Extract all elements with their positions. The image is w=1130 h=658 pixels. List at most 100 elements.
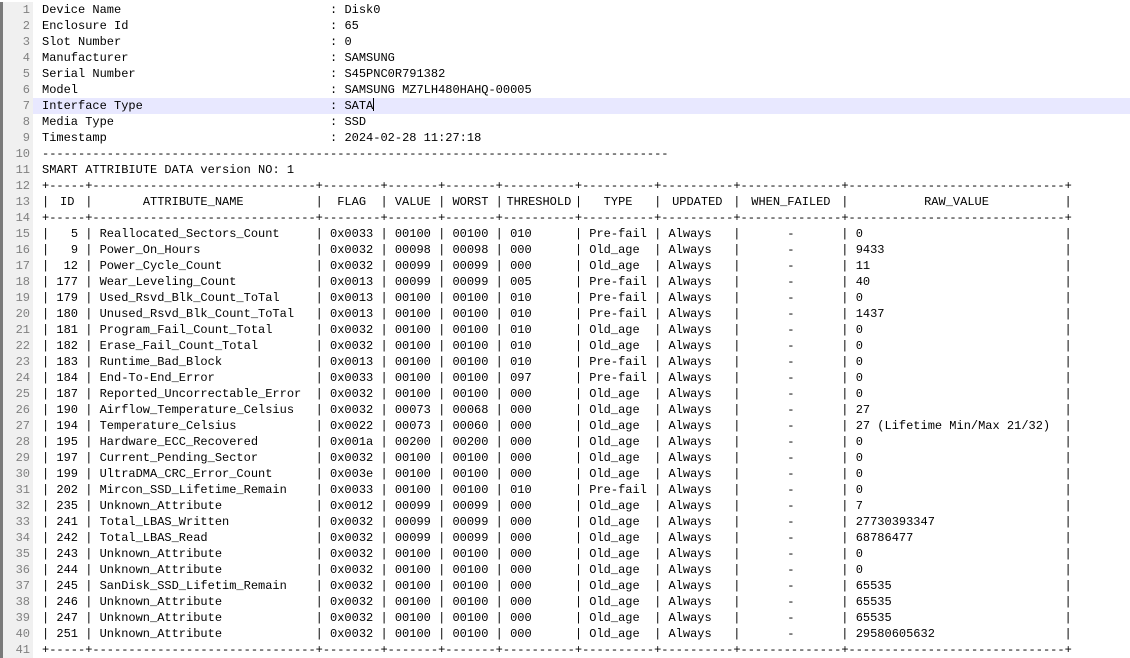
cell-flag: 0x0012 <box>323 498 381 514</box>
cell-updated: Always <box>661 274 733 290</box>
pipe: | <box>575 274 582 290</box>
pipe: | <box>380 354 387 370</box>
pipe: | <box>42 434 49 450</box>
pipe: | <box>85 402 92 418</box>
table-row[interactable]: 34|242|Total_LBAS_Read|0x0032|00099|0009… <box>0 530 1130 546</box>
line-content: |245|SanDisk_SSD_Lifetim_Remain|0x0032|0… <box>33 578 1130 594</box>
cell-value: 00100 <box>388 354 438 370</box>
colon-separator: : <box>330 2 344 18</box>
table-row[interactable]: 17|12|Power_Cycle_Count|0x0032|00099|000… <box>0 258 1130 274</box>
table-row[interactable]: 37|245|SanDisk_SSD_Lifetim_Remain|0x0032… <box>0 578 1130 594</box>
table-row[interactable]: 18|177|Wear_Leveling_Count|0x0013|00099|… <box>0 274 1130 290</box>
column-header: RAW_VALUE <box>849 194 1065 210</box>
pipe: | <box>841 274 848 290</box>
table-row[interactable]: 40|251|Unknown_Attribute|0x0032|00100|00… <box>0 626 1130 642</box>
table-row[interactable]: 22|182|Erase_Fail_Count_Total|0x0032|001… <box>0 338 1130 354</box>
cell-name: Total_LBAS_Read <box>92 530 315 546</box>
cell-raw_value: 29580605632 <box>849 626 1065 642</box>
editor-line[interactable]: 41+-----+-------------------------------… <box>0 642 1130 658</box>
line-number: 24 <box>0 370 33 386</box>
pipe: | <box>733 530 740 546</box>
table-row[interactable]: 38|246|Unknown_Attribute|0x0032|00100|00… <box>0 594 1130 610</box>
editor-line[interactable]: 11SMART ATTRIBIUTE DATA version NO: 1 <box>0 162 1130 178</box>
cell-worst: 00099 <box>445 258 495 274</box>
editor-line[interactable]: 5Serial Number: S45PNC0R791382 <box>0 66 1130 82</box>
pipe: | <box>85 530 92 546</box>
table-row[interactable]: 35|243|Unknown_Attribute|0x0032|00100|00… <box>0 546 1130 562</box>
pipe: | <box>438 386 445 402</box>
cell-type: Pre-fail <box>582 226 654 242</box>
cell-when_failed: - <box>740 578 841 594</box>
device-info-value: S45PNC0R791382 <box>344 66 445 82</box>
table-row[interactable]: 27|194|Temperature_Celsius|0x0022|00073|… <box>0 418 1130 434</box>
pipe: | <box>85 274 92 290</box>
cell-raw_value: 0 <box>849 354 1065 370</box>
line-content: |199|UltraDMA_CRC_Error_Count|0x003e|001… <box>33 466 1130 482</box>
line-content: |247|Unknown_Attribute|0x0032|00100|0010… <box>33 610 1130 626</box>
table-row[interactable]: 24|184|End-To-End_Error|0x0033|00100|001… <box>0 370 1130 386</box>
cell-threshold: 000 <box>503 578 575 594</box>
table-row[interactable]: 29|197|Current_Pending_Sector|0x0032|001… <box>0 450 1130 466</box>
editor-line[interactable]: 8Media Type: SSD <box>0 114 1130 130</box>
editor-line[interactable]: 7Interface Type: SATA <box>0 98 1130 114</box>
cell-worst: 00098 <box>445 242 495 258</box>
column-header: ATTRIBUTE_NAME <box>92 194 315 210</box>
table-row[interactable]: 30|199|UltraDMA_CRC_Error_Count|0x003e|0… <box>0 466 1130 482</box>
pipe: | <box>1065 338 1072 354</box>
pipe: | <box>85 434 92 450</box>
table-row[interactable]: 32|235|Unknown_Attribute|0x0012|00099|00… <box>0 498 1130 514</box>
editor-line[interactable]: 1Device Name: Disk0 <box>0 2 1130 18</box>
text-editor[interactable]: 1Device Name: Disk02Enclosure Id: 653Slo… <box>0 0 1130 658</box>
table-row[interactable]: 39|247|Unknown_Attribute|0x0032|00100|00… <box>0 610 1130 626</box>
pipe: | <box>733 594 740 610</box>
pipe: | <box>85 226 92 242</box>
editor-line[interactable]: 14+-----+-------------------------------… <box>0 210 1130 226</box>
cell-id: 182 <box>49 338 85 354</box>
editor-line[interactable]: 6Model: SAMSUNG MZ7LH480HAHQ-00005 <box>0 82 1130 98</box>
pipe: | <box>85 242 92 258</box>
table-row[interactable]: 36|244|Unknown_Attribute|0x0032|00100|00… <box>0 562 1130 578</box>
pipe: | <box>841 338 848 354</box>
pipe: | <box>1065 258 1072 274</box>
table-row[interactable]: 25|187|Reported_Uncorrectable_Error|0x00… <box>0 386 1130 402</box>
line-content: |184|End-To-End_Error|0x0033|00100|00100… <box>33 370 1130 386</box>
pipe: | <box>42 226 49 242</box>
pipe: | <box>733 338 740 354</box>
cell-worst: 00100 <box>445 226 495 242</box>
pipe: | <box>496 290 503 306</box>
editor-line[interactable]: 4Manufacturer: SAMSUNG <box>0 50 1130 66</box>
table-row[interactable]: 26|190|Airflow_Temperature_Celsius|0x003… <box>0 402 1130 418</box>
cell-worst: 00100 <box>445 290 495 306</box>
table-row[interactable]: 23|183|Runtime_Bad_Block|0x0013|00100|00… <box>0 354 1130 370</box>
cell-flag: 0x0032 <box>323 258 381 274</box>
cell-flag: 0x0032 <box>323 402 381 418</box>
editor-line[interactable]: 3Slot Number: 0 <box>0 34 1130 50</box>
pipe: | <box>575 482 582 498</box>
editor-line[interactable]: 9Timestamp: 2024-02-28 11:27:18 <box>0 130 1130 146</box>
cell-when_failed: - <box>740 242 841 258</box>
table-row[interactable]: 21|181|Program_Fail_Count_Total|0x0032|0… <box>0 322 1130 338</box>
pipe: | <box>496 514 503 530</box>
pipe: | <box>380 306 387 322</box>
table-row[interactable]: 15|5|Reallocated_Sectors_Count|0x0033|00… <box>0 226 1130 242</box>
editor-line[interactable]: 10--------------------------------------… <box>0 146 1130 162</box>
pipe: | <box>42 306 49 322</box>
table-row[interactable]: 20|180|Unused_Rsvd_Blk_Count_ToTal|0x001… <box>0 306 1130 322</box>
editor-line[interactable]: 12+-----+-------------------------------… <box>0 178 1130 194</box>
cell-worst: 00068 <box>445 402 495 418</box>
editor-line[interactable]: 2Enclosure Id: 65 <box>0 18 1130 34</box>
editor-line[interactable]: 13|ID|ATTRIBUTE_NAME|FLAG|VALUE|WORST|TH… <box>0 194 1130 210</box>
cell-type: Old_age <box>582 402 654 418</box>
table-row[interactable]: 16|9|Power_On_Hours|0x0032|00098|00098|0… <box>0 242 1130 258</box>
pipe: | <box>316 322 323 338</box>
table-row[interactable]: 19|179|Used_Rsvd_Blk_Count_ToTal|0x0013|… <box>0 290 1130 306</box>
table-row[interactable]: 28|195|Hardware_ECC_Recovered|0x001a|002… <box>0 434 1130 450</box>
table-row[interactable]: 31|202|Mircon_SSD_Lifetime_Remain|0x0033… <box>0 482 1130 498</box>
pipe: | <box>42 578 49 594</box>
cell-name: Total_LBAS_Written <box>92 514 315 530</box>
cell-type: Old_age <box>582 562 654 578</box>
pipe: | <box>841 626 848 642</box>
table-row[interactable]: 33|241|Total_LBAS_Written|0x0032|00099|0… <box>0 514 1130 530</box>
line-number: 17 <box>0 258 33 274</box>
pipe: | <box>438 434 445 450</box>
